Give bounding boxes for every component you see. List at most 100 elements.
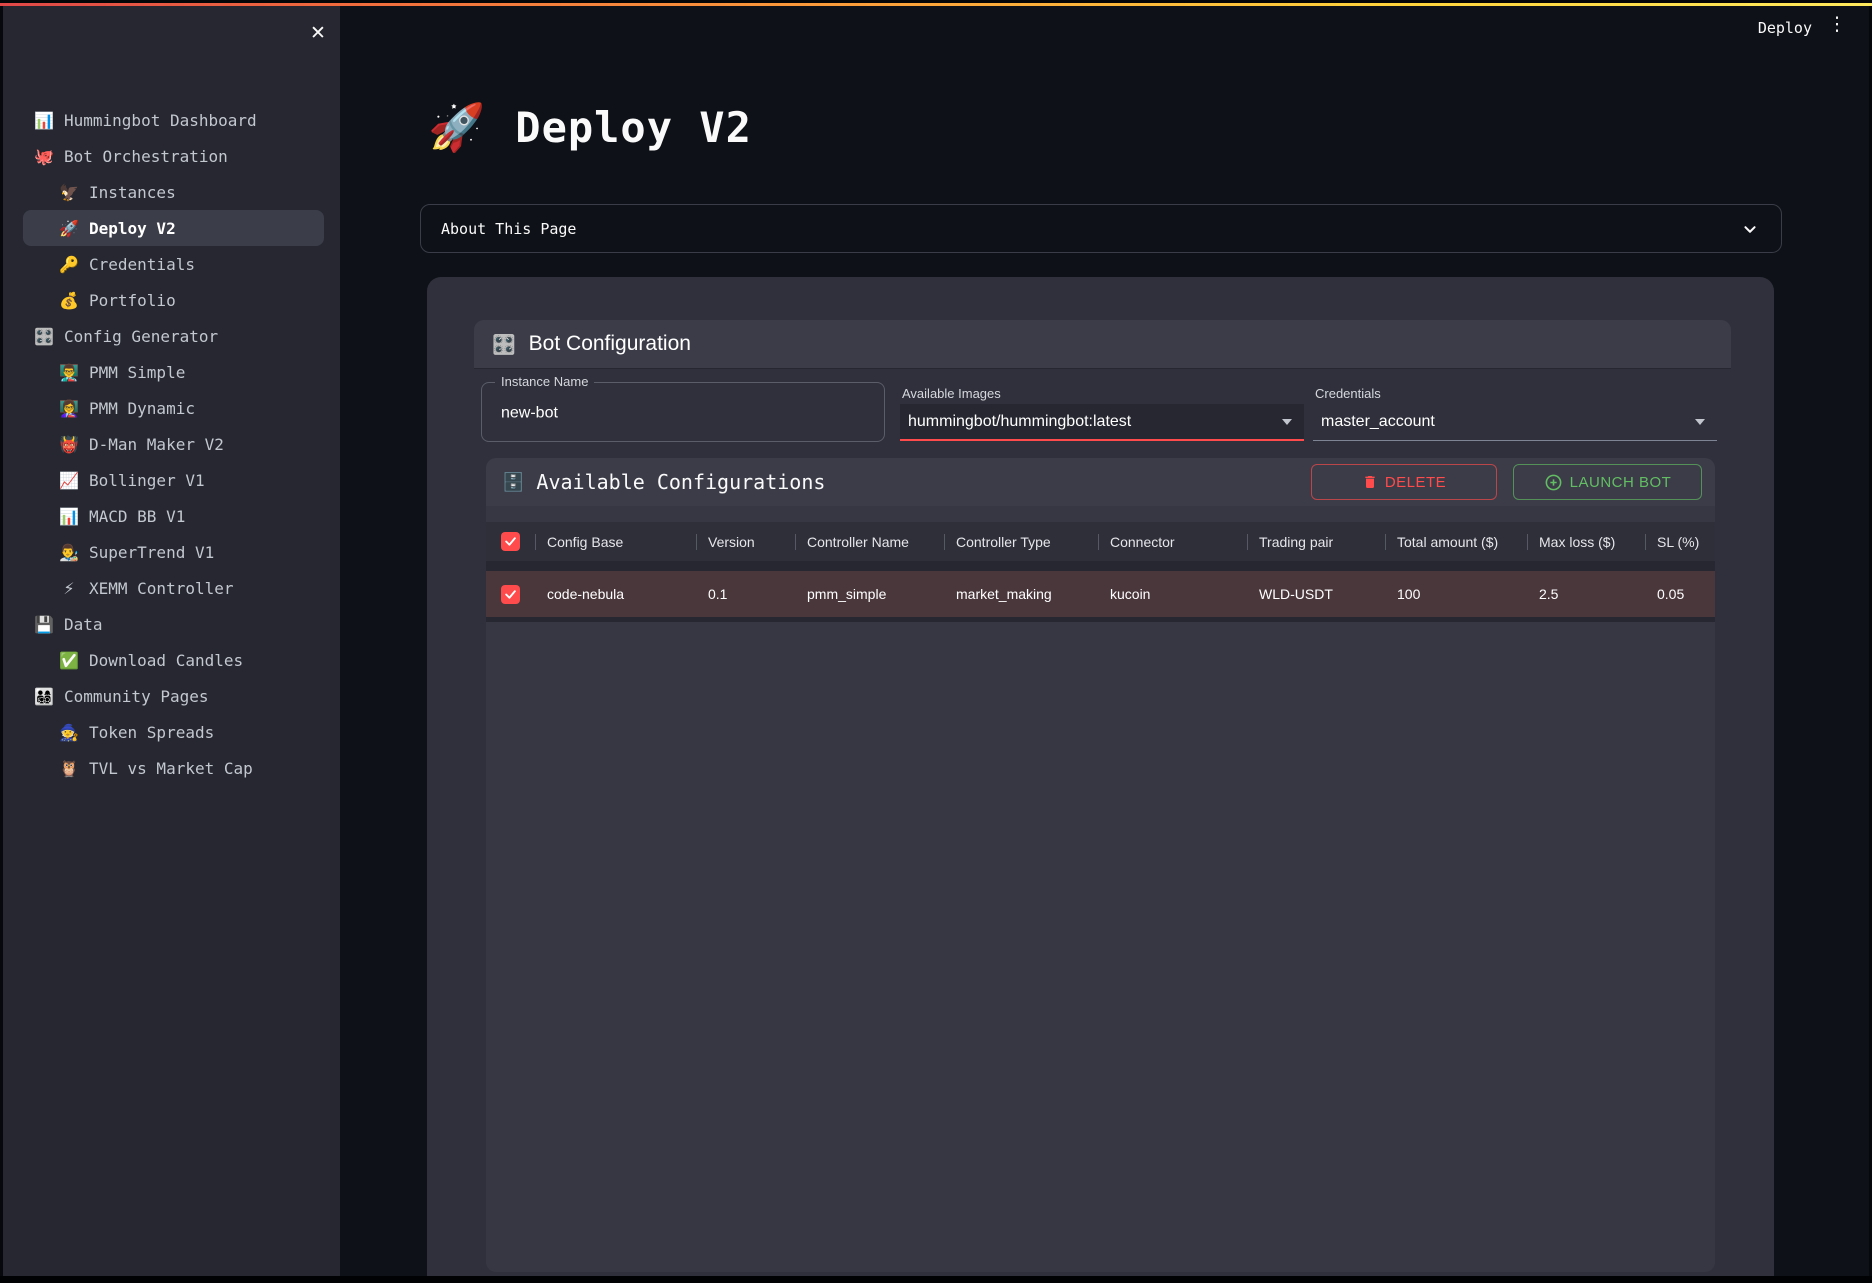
- available-images-value: hummingbot/hummingbot:latest: [908, 413, 1131, 431]
- sidebar-item-label: TVL vs Market Cap: [89, 759, 253, 778]
- circle-plus-icon: [1544, 473, 1563, 492]
- table-row[interactable]: code-nebula0.1pmm_simplemarket_makingkuc…: [486, 571, 1715, 617]
- sidebar-item-pmm-simple[interactable]: 👨‍🏫 PMM Simple: [23, 354, 324, 390]
- select-all-checkbox[interactable]: [501, 532, 520, 551]
- sidebar-item-label: MACD BB V1: [89, 507, 185, 526]
- bot-configuration-title: Bot Configuration: [529, 332, 691, 356]
- column-header-version[interactable]: Version: [696, 534, 795, 550]
- column-header-sl[interactable]: SL (%): [1645, 534, 1715, 550]
- column-header-controller-name[interactable]: Controller Name: [795, 534, 944, 550]
- kebab-menu-icon[interactable]: ⋮: [1826, 13, 1848, 35]
- cell-connector: kucoin: [1098, 586, 1247, 602]
- sidebar-item-portfolio[interactable]: 💰 Portfolio: [23, 282, 324, 318]
- column-header-connector[interactable]: Connector: [1098, 534, 1247, 550]
- sidebar-item-download-candles[interactable]: ✅ Download Candles: [23, 642, 324, 678]
- file-cabinet-icon: 🗄️: [502, 472, 524, 493]
- sidebar-item-label: Bollinger V1: [89, 471, 205, 490]
- sidebar-item-label: Bot Orchestration: [64, 147, 228, 166]
- money-bag-icon: 💰: [56, 291, 82, 310]
- streamlit-decoration-bar: [0, 3, 1872, 6]
- delete-button-label: DELETE: [1385, 474, 1446, 491]
- sidebar-item-label: Credentials: [89, 255, 195, 274]
- trash-icon: [1362, 474, 1378, 490]
- eagle-icon: 🦅: [56, 183, 82, 202]
- sidebar: ✕ 📊 Hummingbot Dashboard 🐙 Bot Orchestratio…: [3, 6, 340, 1276]
- delete-button[interactable]: DELETE: [1311, 464, 1497, 500]
- cell-trading-pair: WLD-USDT: [1247, 586, 1385, 602]
- sidebar-item-d-man-maker-v2[interactable]: 👹D-Man Maker V2: [23, 426, 324, 462]
- sidebar-item-hummingbot-dashboard[interactable]: 📊 Hummingbot Dashboard: [23, 102, 324, 138]
- browser-tab-title: Deploy: [1758, 19, 1812, 37]
- lightning-icon: ⚡: [56, 579, 82, 598]
- sidebar-item-label: Hummingbot Dashboard: [64, 111, 257, 130]
- sidebar-item-tvl-vs-market-cap[interactable]: 🦉 TVL vs Market Cap: [23, 750, 324, 786]
- key-icon: 🔑: [56, 255, 82, 274]
- column-header-config-base[interactable]: Config Base: [535, 534, 696, 550]
- man-teacher-icon: 👨‍🏫: [56, 363, 82, 382]
- sidebar-item-token-spreads[interactable]: 🧙 Token Spreads: [23, 714, 324, 750]
- bot-configuration-header: 🎛️ Bot Configuration: [474, 320, 1731, 369]
- check-mark-icon: ✅: [56, 651, 82, 670]
- row-checkbox[interactable]: [501, 585, 520, 604]
- checkbox-cell: [486, 532, 535, 551]
- sidebar-close-button[interactable]: ✕: [303, 18, 333, 48]
- cell-controller-type: market_making: [944, 586, 1098, 602]
- available-images-select[interactable]: hummingbot/hummingbot:latest: [900, 404, 1304, 441]
- available-images-label: Available Images: [902, 386, 1001, 401]
- sidebar-item-bollinger-v1[interactable]: 📈Bollinger V1: [23, 462, 324, 498]
- octopus-icon: 🐙: [31, 147, 57, 166]
- expander-label: About This Page: [441, 220, 576, 238]
- rocket-icon: 🚀: [56, 219, 82, 238]
- sidebar-item-community-pages[interactable]: 👨‍👩‍👧‍👦Community Pages: [23, 678, 324, 714]
- cell-sl: 0.05: [1645, 586, 1715, 602]
- sidebar-item-label: Download Candles: [89, 651, 243, 670]
- sidebar-item-deploy-v2[interactable]: 🚀 Deploy V2: [23, 210, 324, 246]
- sidebar-item-macd-bb-v1[interactable]: 📊MACD BB V1: [23, 498, 324, 534]
- sidebar-item-label: Portfolio: [89, 291, 176, 310]
- launch-bot-button[interactable]: LAUNCH BOT: [1513, 464, 1702, 500]
- sidebar-item-label: PMM Simple: [89, 363, 185, 382]
- configurations-table: Config BaseVersionController NameControl…: [486, 522, 1715, 622]
- cell-total-amount: 100: [1385, 586, 1527, 602]
- about-this-page-expander[interactable]: About This Page: [420, 204, 1782, 253]
- launch-bot-button-label: LAUNCH BOT: [1570, 474, 1672, 491]
- bar-chart-icon: 📊: [31, 111, 57, 130]
- checkbox-cell: [486, 585, 535, 604]
- credentials-value: master_account: [1321, 413, 1435, 431]
- window-bottom-border: [0, 1276, 1872, 1283]
- sidebar-item-bot-orchestration[interactable]: 🐙 Bot Orchestration: [23, 138, 324, 174]
- sidebar-item-config-generator[interactable]: 🎛️Config Generator: [23, 318, 324, 354]
- sidebar-item-credentials[interactable]: 🔑 Credentials: [23, 246, 324, 282]
- rocket-icon: 🚀: [428, 100, 485, 155]
- sidebar-item-supertrend-v1[interactable]: 👨‍🎨 SuperTrend V1: [23, 534, 324, 570]
- available-configurations-card: 🗄️ Available Configurations DELETE LAUNC…: [486, 458, 1715, 1272]
- sidebar-item-xemm-controller[interactable]: ⚡ XEMM Controller: [23, 570, 324, 606]
- column-header-controller-type[interactable]: Controller Type: [944, 534, 1098, 550]
- sidebar-item-instances[interactable]: 🦅Instances: [23, 174, 324, 210]
- column-header-max-loss[interactable]: Max loss ($): [1527, 534, 1645, 550]
- instance-name-field[interactable]: Instance Name new-bot: [481, 382, 885, 442]
- page-title: 🚀 Deploy V2: [428, 100, 752, 155]
- sidebar-item-label: XEMM Controller: [89, 579, 234, 598]
- cell-max-loss: 2.5: [1527, 586, 1645, 602]
- credentials-select[interactable]: master_account: [1313, 404, 1717, 441]
- owl-icon: 🦉: [56, 759, 82, 778]
- sidebar-item-pmm-dynamic[interactable]: 👩‍🏫PMM Dynamic: [23, 390, 324, 426]
- instance-name-label: Instance Name: [495, 374, 594, 389]
- column-header-total-amount[interactable]: Total amount ($): [1385, 534, 1527, 550]
- cell-version: 0.1: [696, 586, 795, 602]
- family-icon: 👨‍👩‍👧‍👦: [31, 687, 57, 706]
- column-header-trading-pair[interactable]: Trading pair: [1247, 534, 1385, 550]
- wizard-icon: 🧙: [56, 723, 82, 742]
- sidebar-item-data[interactable]: 💾Data: [23, 606, 324, 642]
- instance-name-value: new-bot: [501, 404, 558, 422]
- sidebar-item-label: Config Generator: [64, 327, 218, 346]
- sidebar-nav: 📊 Hummingbot Dashboard 🐙 Bot Orchestration 🦅…: [3, 102, 340, 786]
- man-artist-icon: 👨‍🎨: [56, 543, 82, 562]
- sidebar-item-label: Deploy V2: [89, 219, 176, 238]
- available-configurations-title: Available Configurations: [536, 470, 825, 494]
- sidebar-item-label: SuperTrend V1: [89, 543, 214, 562]
- sidebar-item-label: Token Spreads: [89, 723, 214, 742]
- credentials-label: Credentials: [1315, 386, 1381, 401]
- check-icon: [504, 535, 517, 548]
